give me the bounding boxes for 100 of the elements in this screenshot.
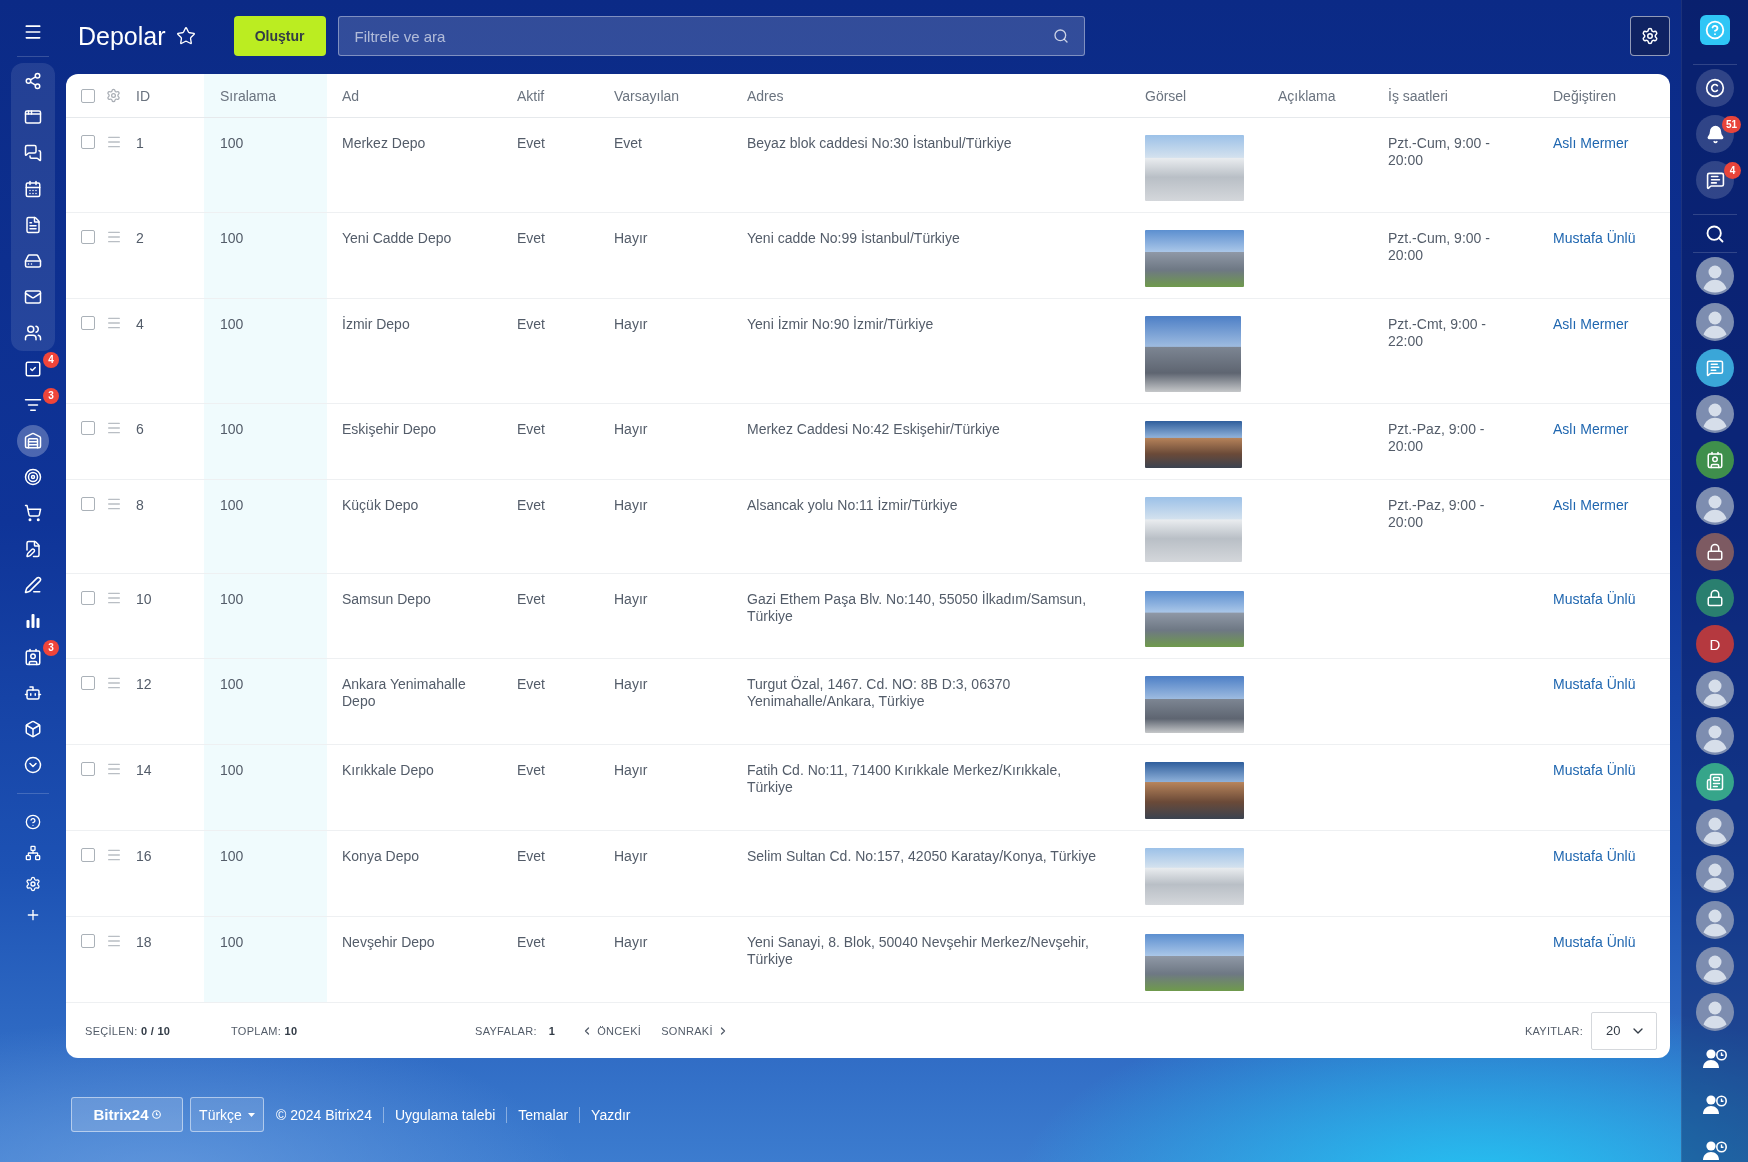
letter-avatar[interactable]: D	[1696, 625, 1734, 663]
drag-handle-icon[interactable]	[106, 229, 122, 245]
language-dropdown[interactable]: Türkçe	[190, 1097, 264, 1132]
copyright-text: © 2024 Bitrix24	[276, 1106, 372, 1123]
avatar-icon[interactable]	[1696, 717, 1734, 755]
column-header[interactable]: Varsayılan	[600, 74, 733, 117]
user-link[interactable]: Aslı Mermer	[1553, 135, 1629, 151]
user-link[interactable]: Mustafa Ünlü	[1553, 934, 1636, 950]
page-number[interactable]: 1	[548, 1024, 556, 1037]
table-cell-text: 6	[135, 420, 145, 439]
user-link[interactable]: Mustafa Ünlü	[1553, 848, 1636, 864]
menu-icon[interactable]	[23, 22, 43, 42]
avatar-icon[interactable]	[1696, 671, 1734, 709]
column-header[interactable]: Ad	[327, 74, 503, 117]
avatar-icon[interactable]	[1696, 993, 1734, 1031]
count-badge: 3	[43, 640, 59, 656]
row-checkbox[interactable]	[81, 676, 95, 690]
create-button[interactable]: Oluştur	[233, 16, 326, 56]
user-link[interactable]: Mustafa Ünlü	[1553, 230, 1636, 246]
user-link[interactable]: Aslı Mermer	[1553, 421, 1629, 437]
settings-button[interactable]	[1630, 16, 1670, 56]
help-button[interactable]	[1700, 15, 1730, 45]
user-link[interactable]: Mustafa Ünlü	[1553, 762, 1636, 778]
avatar-icon[interactable]	[1696, 901, 1734, 939]
bar-chart-icon[interactable]	[26, 614, 40, 628]
bell-icon	[1705, 124, 1725, 144]
help-icon	[1705, 20, 1725, 40]
row-checkbox[interactable]	[81, 497, 95, 511]
drag-handle-icon[interactable]	[106, 933, 122, 949]
group-chat-button[interactable]	[1696, 763, 1734, 801]
column-header[interactable]: Görsel	[1131, 74, 1264, 117]
network-icon[interactable]	[25, 844, 41, 861]
drag-handle-icon[interactable]	[106, 315, 122, 331]
count-badge: 4	[43, 352, 59, 368]
column-header[interactable]: Adres	[733, 74, 1131, 117]
warehouse-icon[interactable]	[24, 432, 42, 450]
drag-handle-icon[interactable]	[106, 590, 122, 606]
avatar-icon[interactable]	[1696, 947, 1734, 985]
user-clock-icon[interactable]	[1703, 1048, 1727, 1068]
table-cell-text: Pzt.-Paz, 9:00 - 20:00	[1387, 420, 1486, 456]
table-cell-text: Merkez Depo	[341, 134, 427, 153]
user-link[interactable]: Mustafa Ünlü	[1553, 591, 1636, 607]
table-cell-text: 14	[135, 761, 153, 780]
column-header[interactable]: Aktif	[503, 74, 600, 117]
user-clock-icon[interactable]	[1703, 1140, 1727, 1160]
user-link[interactable]: Aslı Mermer	[1553, 316, 1629, 332]
drag-handle-icon[interactable]	[106, 847, 122, 863]
search-icon[interactable]	[1052, 28, 1069, 44]
column-header[interactable]: Sıralama	[204, 74, 327, 117]
footer-link[interactable]: Yazdır	[591, 1106, 631, 1123]
row-checkbox[interactable]	[81, 135, 95, 149]
column-header[interactable]: İş saatleri	[1374, 74, 1539, 117]
help-icon[interactable]	[25, 813, 41, 830]
next-button[interactable]: SONRAKİ	[661, 1024, 729, 1037]
footer-link[interactable]: Uygulama talebi	[394, 1106, 496, 1123]
user-link[interactable]: Mustafa Ünlü	[1553, 676, 1636, 692]
drag-handle-icon[interactable]	[106, 761, 122, 777]
page-size-select[interactable]: 20	[1591, 1011, 1657, 1050]
chats-button[interactable]	[1696, 161, 1734, 199]
table-cell: 100	[204, 831, 327, 916]
group-chat-button[interactable]	[1696, 533, 1734, 571]
avatar-icon[interactable]	[1696, 395, 1734, 433]
select-all-checkbox[interactable]	[81, 88, 95, 103]
row-checkbox[interactable]	[81, 316, 95, 330]
column-header[interactable]: Değiştiren	[1539, 74, 1670, 117]
row-checkbox[interactable]	[81, 591, 95, 605]
group-chat-button[interactable]	[1696, 579, 1734, 617]
column-header[interactable]: ID	[122, 74, 204, 117]
copilot-button[interactable]	[1696, 69, 1734, 107]
table-cell-text: 16	[135, 847, 153, 866]
drag-handle-icon[interactable]	[106, 675, 122, 691]
nav-item[interactable]	[17, 425, 49, 457]
table-cell-text: Hayır	[613, 761, 649, 780]
avatar-icon[interactable]	[1696, 257, 1734, 295]
footer-link[interactable]: Temalar	[518, 1106, 569, 1123]
newspaper-icon	[1706, 773, 1724, 791]
table-cell-text: İzmir Depo	[341, 315, 411, 334]
table-cell-text: Pzt.-Paz, 9:00 - 20:00	[1387, 496, 1486, 532]
row-checkbox[interactable]	[81, 421, 95, 435]
avatar-icon[interactable]	[1696, 809, 1734, 847]
user-clock-icon[interactable]	[1703, 1094, 1727, 1114]
drag-handle-icon[interactable]	[106, 496, 122, 512]
user-link[interactable]: Aslı Mermer	[1553, 497, 1629, 513]
table-cell-text: Hayır	[613, 590, 649, 609]
previous-button[interactable]: ÖNCEKİ	[581, 1024, 642, 1037]
drag-handle-icon[interactable]	[106, 420, 122, 436]
row-checkbox[interactable]	[81, 230, 95, 244]
row-checkbox[interactable]	[81, 934, 95, 948]
row-checkbox[interactable]	[81, 848, 95, 862]
group-chat-button[interactable]	[1696, 441, 1734, 479]
table-cell-text: Pzt.-Cmt, 9:00 - 22:00	[1387, 315, 1488, 351]
avatar-icon[interactable]	[1696, 487, 1734, 525]
table-cell-text: Evet	[516, 420, 546, 439]
avatar-icon[interactable]	[1696, 303, 1734, 341]
drag-handle-icon[interactable]	[106, 134, 122, 150]
column-header[interactable]: Açıklama	[1264, 74, 1374, 117]
star-icon[interactable]	[175, 26, 196, 46]
row-checkbox[interactable]	[81, 762, 95, 776]
group-chat-button[interactable]	[1696, 349, 1734, 387]
avatar-icon[interactable]	[1696, 855, 1734, 893]
